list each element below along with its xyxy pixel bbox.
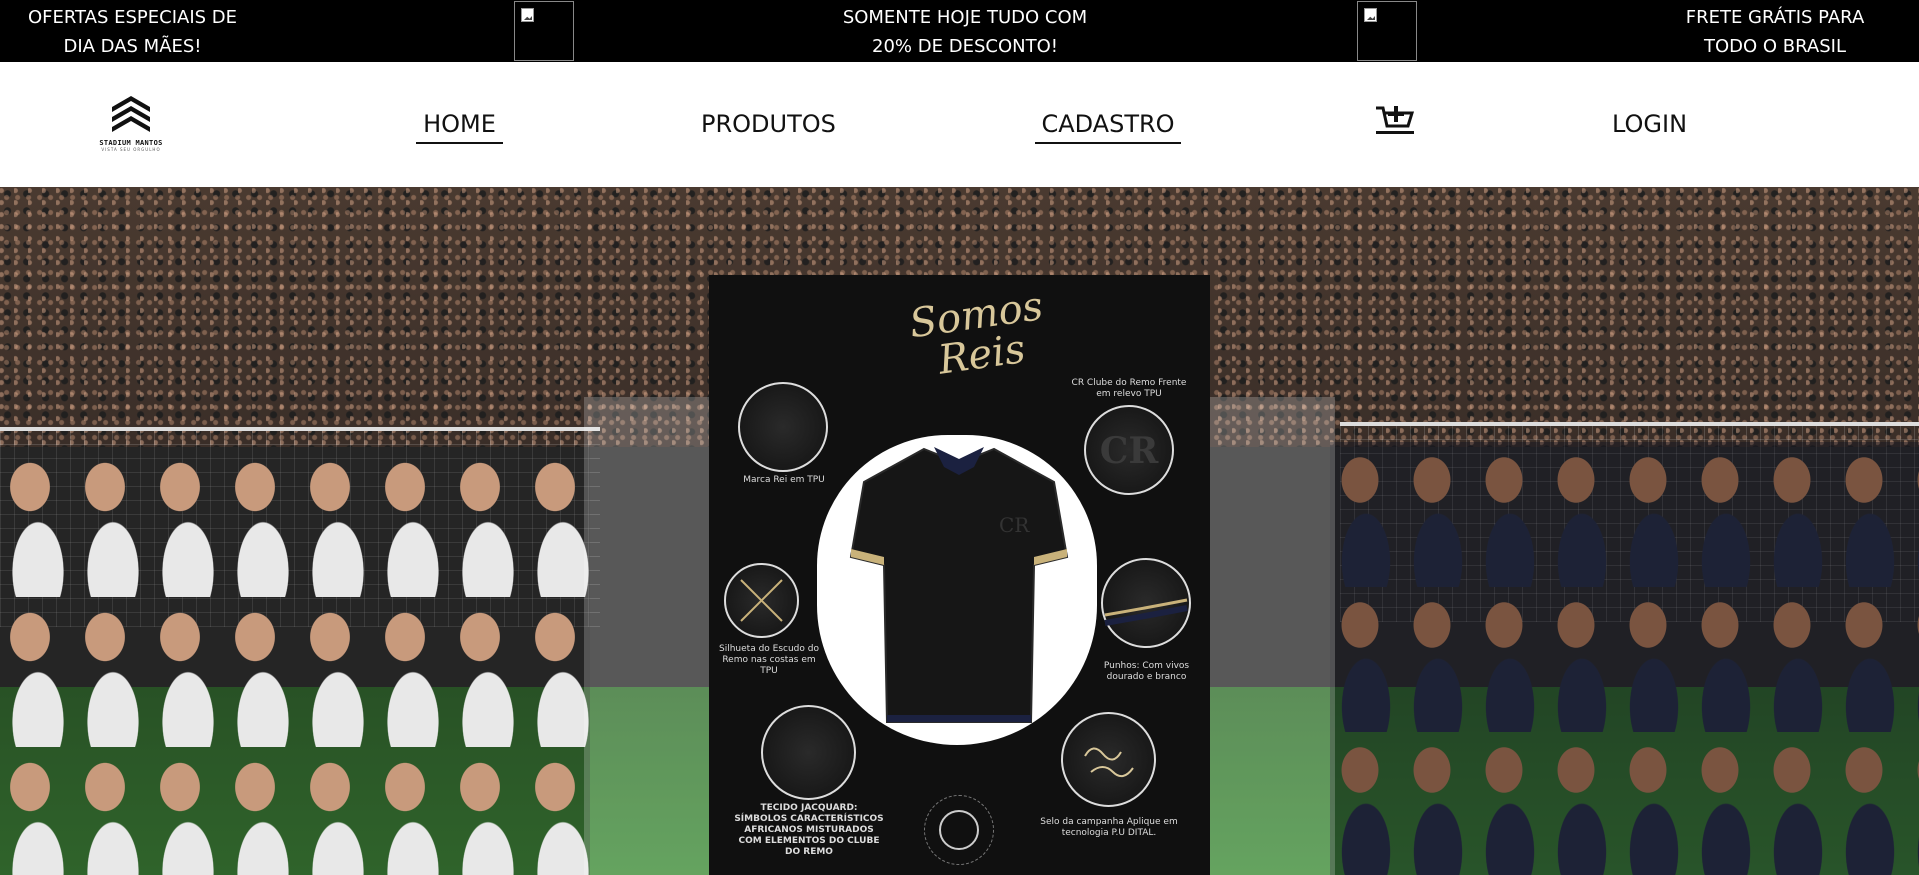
promo-image-2	[1357, 1, 1417, 61]
promo-mothers-day-line2: DIA DAS MÃES!	[63, 36, 202, 57]
detail-jacquard	[761, 705, 856, 800]
seal-script-icon	[1084, 747, 1134, 778]
chevrons-logo-icon	[112, 96, 150, 132]
logo-tagline: VISTA SEU ORGULHO	[101, 147, 161, 152]
caption-rei-logo: Marca Rei em TPU	[743, 475, 825, 485]
promo-discount-line2: 20% DE DESCONTO!	[872, 36, 1058, 57]
promo-bar: OFERTAS ESPECIAIS DE DIA DAS MÃES! SOMEN…	[0, 0, 1919, 62]
crossed-oars-icon	[740, 579, 783, 622]
black-jersey-image: CR	[849, 447, 1069, 723]
promo-free-shipping: FRETE GRÁTIS PARA TODO O BRASIL	[1655, 3, 1895, 61]
site-logo[interactable]: STADIUM MANTOS VISTA SEU ORGULHO	[94, 96, 168, 154]
team-photo-left	[0, 447, 590, 875]
detail-cr-front: CR	[1084, 405, 1174, 495]
poster-title: Somos Reis	[874, 281, 1083, 388]
caption-jacquard: TECIDO JACQUARD: SÍMBOLOS CARACTERÍSTICO…	[734, 803, 884, 857]
nav-home[interactable]: HOME	[416, 110, 503, 144]
team-photo-right	[1330, 442, 1919, 875]
main-navbar: STADIUM MANTOS VISTA SEU ORGULHO HOME PR…	[0, 62, 1919, 187]
cuff-trim-icon	[1104, 598, 1188, 626]
hero-overlay-right	[1208, 397, 1335, 875]
caption-cr-front: CR Clube do Remo Frente em relevo TPU	[1071, 378, 1187, 399]
jersey-poster[interactable]: Somos Reis Marca Rei em TPU Silhueta do …	[709, 275, 1210, 875]
caption-campaign-seal: Selo da campanha Aplique em tecnologia P…	[1040, 817, 1178, 838]
logo-wordmark: STADIUM MANTOS	[99, 139, 163, 147]
nav-produtos[interactable]: PRODUTOS	[701, 110, 836, 142]
promo-mothers-day: OFERTAS ESPECIAIS DE DIA DAS MÃES!	[20, 3, 245, 61]
club-crest-seal	[924, 795, 994, 865]
broken-image-icon	[521, 8, 534, 22]
cr-monogram-icon: CR	[1100, 430, 1160, 472]
promo-discount: SOMENTE HOJE TUDO COM 20% DE DESCONTO!	[780, 3, 1150, 61]
svg-text:CR: CR	[1100, 430, 1160, 472]
detail-campaign-seal	[1061, 712, 1156, 807]
promo-free-shipping-line1: FRETE GRÁTIS PARA	[1685, 7, 1865, 28]
promo-discount-line1: SOMENTE HOJE TUDO COM	[842, 7, 1088, 28]
cart-icon[interactable]	[1374, 104, 1416, 138]
detail-cuffs	[1101, 558, 1191, 648]
hero-overlay-left	[584, 397, 709, 875]
nav-cadastro[interactable]: CADASTRO	[1035, 110, 1181, 144]
svg-text:CR: CR	[999, 513, 1030, 537]
detail-rei-logo	[738, 382, 828, 472]
promo-mothers-day-line1: OFERTAS ESPECIAIS DE	[27, 7, 238, 28]
hero-banner: Somos Reis Marca Rei em TPU Silhueta do …	[0, 187, 1919, 875]
detail-crest-silhouette	[724, 563, 799, 638]
caption-cuffs: Punhos: Com vivos dourado e branco	[1103, 661, 1190, 682]
promo-free-shipping-line2: TODO O BRASIL	[1703, 36, 1846, 57]
crest-icon	[939, 810, 979, 850]
promo-image-1	[514, 1, 574, 61]
nav-login[interactable]: LOGIN	[1612, 110, 1687, 142]
broken-image-icon	[1364, 8, 1377, 22]
caption-crest-silhouette: Silhueta do Escudo do Remo nas costas em…	[719, 644, 819, 676]
